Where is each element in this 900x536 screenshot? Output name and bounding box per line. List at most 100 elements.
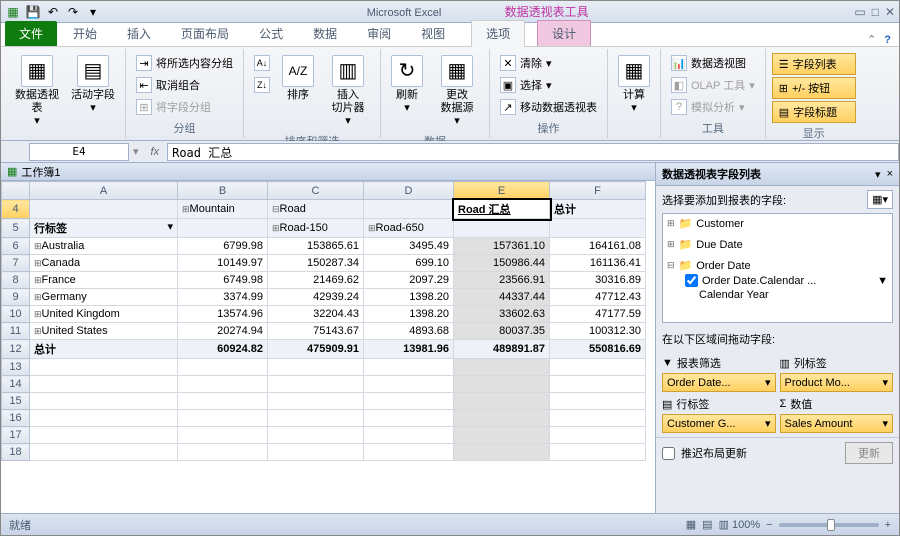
col-header-E[interactable]: E	[454, 182, 550, 200]
col-header-C[interactable]: C	[268, 182, 364, 200]
cell[interactable]	[364, 359, 454, 376]
cell[interactable]: 21469.62	[268, 272, 364, 289]
cell[interactable]	[268, 444, 364, 461]
cell[interactable]	[30, 427, 178, 444]
cell[interactable]	[178, 427, 268, 444]
cell[interactable]: ⊞Australia	[30, 238, 178, 255]
cell[interactable]	[550, 219, 646, 238]
cell[interactable]: 150287.34	[268, 255, 364, 272]
help-icon[interactable]: ?	[884, 34, 891, 46]
cell[interactable]: ⊟Road	[268, 200, 364, 219]
cell[interactable]: 150986.44	[454, 255, 550, 272]
cell[interactable]: 80037.35	[454, 323, 550, 340]
cell[interactable]: 行标签 ▾	[30, 219, 178, 238]
tab-design[interactable]: 设计	[537, 20, 591, 46]
filter-area[interactable]: Order Date...▾	[662, 373, 776, 392]
cell[interactable]: 1398.20	[364, 306, 454, 323]
cell[interactable]: 1398.20	[364, 289, 454, 306]
row-header[interactable]: 9	[2, 289, 30, 306]
cell[interactable]	[364, 427, 454, 444]
close-button[interactable]: ✕	[885, 5, 895, 19]
cell[interactable]	[30, 444, 178, 461]
sort-desc-button[interactable]: Z↓	[250, 75, 274, 95]
pivottable-button[interactable]: ▦数据透视表▾	[11, 53, 63, 131]
cell[interactable]: 153865.61	[268, 238, 364, 255]
expand-icon[interactable]: ⊞	[667, 239, 675, 250]
fieldlist-toggle[interactable]: ☰字段列表	[772, 53, 856, 75]
cell[interactable]	[268, 376, 364, 393]
cell[interactable]: 23566.91	[454, 272, 550, 289]
formula-input[interactable]: Road 汇总	[167, 143, 899, 161]
cell[interactable]: ⊞Germany	[30, 289, 178, 306]
tab-view[interactable]: 视图	[407, 21, 459, 46]
minimize-ribbon-icon[interactable]: ⌃	[867, 33, 876, 46]
cell[interactable]	[268, 393, 364, 410]
cell[interactable]: 475909.91	[268, 340, 364, 359]
expand-icon[interactable]: ⊞	[667, 218, 675, 229]
cell[interactable]: 总计	[30, 340, 178, 359]
zoom-in-button[interactable]: +	[885, 519, 891, 531]
sort-button[interactable]: A/Z排序	[278, 53, 318, 104]
cell[interactable]: 20274.94	[178, 323, 268, 340]
cell[interactable]: ⊞Road-150	[268, 219, 364, 238]
zoom-out-button[interactable]: −	[766, 519, 772, 531]
olap-button[interactable]: ◧OLAP 工具 ▾	[667, 75, 759, 95]
cell[interactable]	[30, 359, 178, 376]
tab-review[interactable]: 审阅	[353, 21, 405, 46]
cell[interactable]: 44337.44	[454, 289, 550, 306]
row-header[interactable]: 17	[2, 427, 30, 444]
cell[interactable]	[550, 359, 646, 376]
col-header-F[interactable]: F	[550, 182, 646, 200]
calc-button[interactable]: ▦计算▾	[614, 53, 654, 117]
cell[interactable]	[178, 376, 268, 393]
cell[interactable]	[454, 393, 550, 410]
group-selection-button[interactable]: ⇥将所选内容分组	[132, 53, 237, 73]
cell[interactable]	[268, 359, 364, 376]
cell[interactable]: 164161.08	[550, 238, 646, 255]
row-header[interactable]: 13	[2, 359, 30, 376]
cell[interactable]: Road 汇总	[454, 200, 550, 219]
cell[interactable]	[454, 376, 550, 393]
row-header[interactable]: 5	[2, 219, 30, 238]
row-header[interactable]: 7	[2, 255, 30, 272]
row-header[interactable]: 14	[2, 376, 30, 393]
tab-data[interactable]: 数据	[299, 21, 351, 46]
cell[interactable]	[550, 376, 646, 393]
cell[interactable]	[550, 444, 646, 461]
filter-icon[interactable]: ▼	[877, 275, 888, 287]
cell[interactable]	[30, 200, 178, 219]
cell[interactable]: 699.10	[364, 255, 454, 272]
tab-file[interactable]: 文件	[5, 21, 57, 46]
cell[interactable]: ⊞France	[30, 272, 178, 289]
undo-icon[interactable]: ↶	[45, 4, 61, 20]
refresh-button[interactable]: ↻刷新▾	[387, 53, 427, 117]
minimize-button[interactable]: ▭	[854, 5, 865, 19]
fx-icon[interactable]: fx	[143, 146, 168, 158]
cell[interactable]: 3374.99	[178, 289, 268, 306]
cell[interactable]: ⊞United States	[30, 323, 178, 340]
tab-layout[interactable]: 页面布局	[167, 21, 243, 46]
cell[interactable]: 157361.10	[454, 238, 550, 255]
sort-asc-button[interactable]: A↓	[250, 53, 274, 73]
fieldlist-dropdown-icon[interactable]: ▾	[875, 168, 881, 181]
ungroup-button[interactable]: ⇤取消组合	[132, 75, 237, 95]
maximize-button[interactable]: □	[872, 5, 879, 19]
row-header[interactable]: 18	[2, 444, 30, 461]
cell[interactable]: 550816.69	[550, 340, 646, 359]
update-button[interactable]: 更新	[845, 442, 893, 464]
row-header[interactable]: 11	[2, 323, 30, 340]
cell[interactable]: 32204.43	[268, 306, 364, 323]
field-list[interactable]: ⊞📁Customer ⊞📁Due Date ⊟📁Order Date Order…	[662, 213, 893, 323]
cell[interactable]	[550, 427, 646, 444]
cell[interactable]	[364, 410, 454, 427]
cell[interactable]	[268, 427, 364, 444]
change-source-button[interactable]: ▦更改 数据源▾	[431, 53, 483, 131]
cell[interactable]	[364, 200, 454, 219]
row-header[interactable]: 10	[2, 306, 30, 323]
row-header[interactable]: 16	[2, 410, 30, 427]
cell[interactable]	[178, 359, 268, 376]
clear-button[interactable]: ✕清除 ▾	[496, 53, 601, 73]
cell[interactable]: 3495.49	[364, 238, 454, 255]
cell[interactable]: 75143.67	[268, 323, 364, 340]
row-header[interactable]: 8	[2, 272, 30, 289]
